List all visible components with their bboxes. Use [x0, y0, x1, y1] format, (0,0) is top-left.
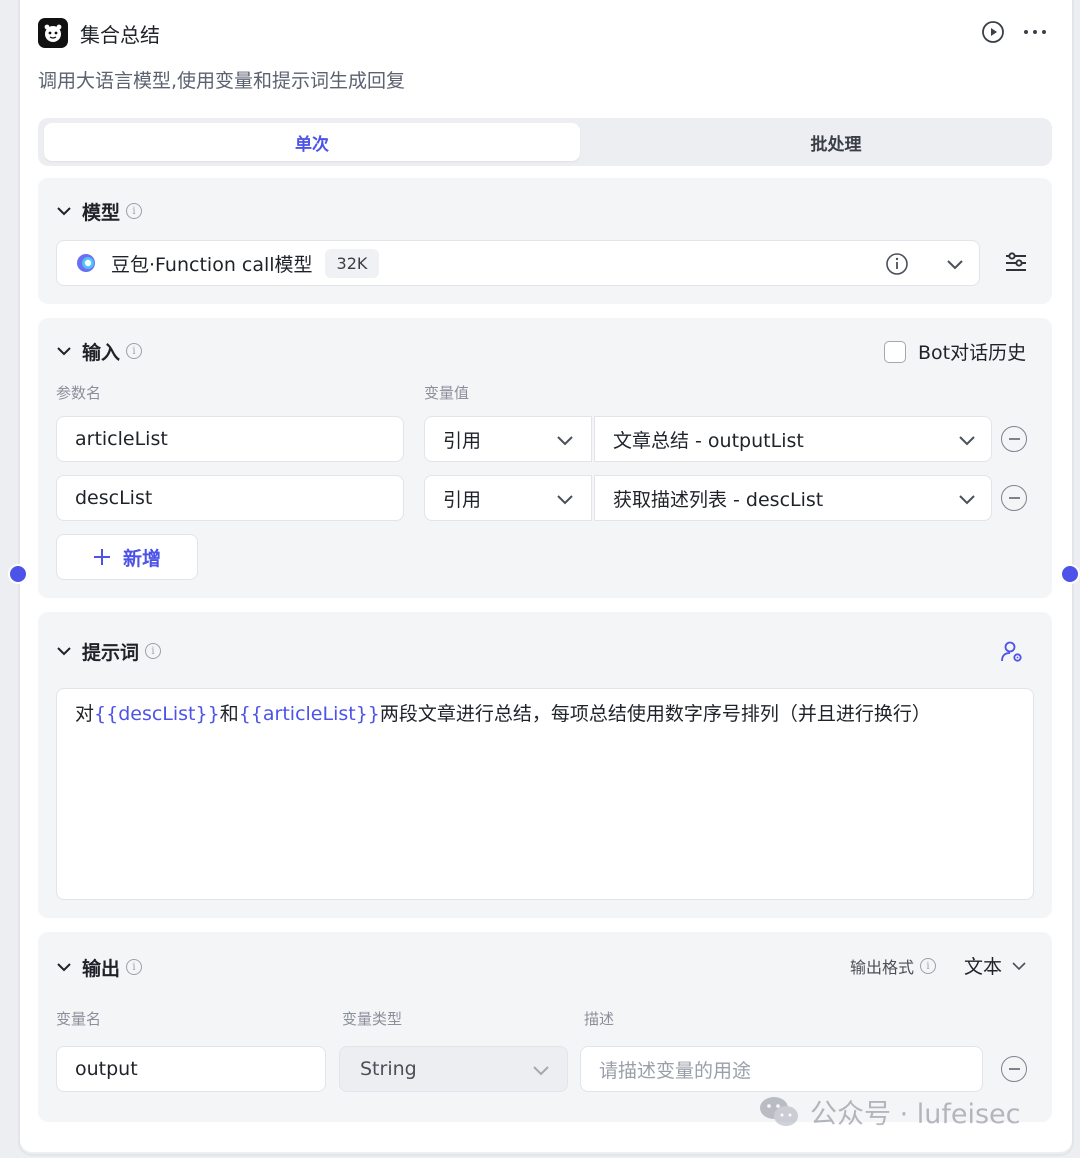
- variable-desc-list: {{descList}}: [94, 703, 220, 725]
- tab-single[interactable]: 单次: [44, 123, 580, 161]
- collapse-chevron-icon[interactable]: [56, 343, 72, 359]
- chevron-down-icon: [555, 490, 575, 513]
- prompt-section: 提示词 i 对{{descList}}和{{articleList}}两段文章进…: [38, 612, 1052, 918]
- remove-output-icon[interactable]: [1001, 1056, 1027, 1082]
- info-icon: i: [920, 958, 937, 974]
- model-name: 豆包·Function call模型: [111, 253, 313, 276]
- prompt-section-label: 提示词: [82, 641, 140, 664]
- output-format: 输出格式 i: [850, 954, 937, 978]
- param-name-input[interactable]: descList: [56, 475, 404, 521]
- chevron-down-icon: [555, 431, 575, 454]
- value-type-select[interactable]: 引用: [424, 416, 592, 462]
- col-header-desc: 描述: [584, 1010, 615, 1028]
- prompt-library-icon[interactable]: [1000, 640, 1024, 668]
- node-logo-icon: [38, 18, 68, 48]
- value-reference-select[interactable]: 文章总结 - outputList: [594, 416, 992, 462]
- model-context-badge: 32K: [324, 248, 380, 278]
- output-var-name-input[interactable]: output: [56, 1046, 326, 1092]
- tab-batch[interactable]: 批处理: [586, 123, 1080, 161]
- prompt-textarea[interactable]: 对{{descList}}和{{articleList}}两段文章进行总结，每项…: [56, 688, 1034, 900]
- model-section-label: 模型: [82, 201, 121, 224]
- info-icon: i: [145, 643, 162, 659]
- bot-history-checkbox[interactable]: [884, 340, 906, 363]
- remove-row-icon[interactable]: [1001, 485, 1027, 511]
- watermark: 公众号 · lufeisec: [758, 1092, 1021, 1131]
- info-icon: i: [126, 959, 143, 975]
- info-icon: i: [126, 203, 143, 219]
- output-desc-input[interactable]: 请描述变量的用途: [580, 1046, 983, 1092]
- bot-history-label: Bot对话历史: [918, 342, 1027, 364]
- node-header: 集合总结: [38, 16, 160, 50]
- output-section-header[interactable]: 输出 i: [56, 952, 143, 982]
- model-section-header[interactable]: 模型 i: [56, 196, 143, 226]
- prompt-section-header[interactable]: 提示词 i: [56, 636, 162, 666]
- watermark-text: 公众号 · lufeisec: [810, 1099, 1021, 1130]
- run-icon[interactable]: [981, 20, 1005, 48]
- doubao-logo-icon: [77, 254, 95, 272]
- col-header-var-type: 变量类型: [342, 1010, 403, 1028]
- chevron-down-icon: [1012, 961, 1026, 970]
- wechat-icon: [760, 1096, 798, 1126]
- collapse-chevron-icon[interactable]: [56, 203, 72, 219]
- add-param-button[interactable]: 新增: [56, 534, 198, 580]
- collapse-chevron-icon[interactable]: [56, 959, 72, 975]
- variable-article-list: {{articleList}}: [238, 703, 380, 725]
- input-section: 输入 i Bot对话历史 参数名 变量值 articleList 引用 文章总结…: [38, 318, 1052, 598]
- output-port[interactable]: [1060, 564, 1080, 584]
- chevron-down-icon: [957, 431, 977, 454]
- model-section: 模型 i 豆包·Function call模型 32K: [38, 178, 1052, 304]
- model-settings-icon[interactable]: [1004, 252, 1028, 278]
- output-format-select[interactable]: 文本: [964, 952, 1028, 979]
- model-selector[interactable]: 豆包·Function call模型 32K: [56, 240, 980, 286]
- value-type-select[interactable]: 引用: [424, 475, 592, 521]
- plus-icon: [93, 549, 110, 565]
- output-var-type-select[interactable]: String: [339, 1046, 568, 1092]
- value-reference-select[interactable]: 获取描述列表 - descList: [594, 475, 992, 521]
- model-info-icon[interactable]: [885, 252, 909, 281]
- input-port[interactable]: [8, 564, 28, 584]
- bot-history-toggle[interactable]: Bot对话历史: [884, 338, 1026, 365]
- node-description: 调用大语言模型,使用变量和提示词生成回复: [38, 70, 406, 92]
- input-section-label: 输入: [82, 341, 121, 364]
- prompt-text: 对{{descList}}和{{articleList}}两段文章进行总结，每项…: [75, 703, 931, 725]
- collapse-chevron-icon[interactable]: [56, 643, 72, 659]
- chevron-down-icon: [531, 1061, 551, 1084]
- mode-tabs: 单次 批处理: [38, 118, 1052, 166]
- col-header-value: 变量值: [424, 384, 470, 402]
- col-header-param: 参数名: [56, 384, 102, 402]
- output-section-label: 输出: [82, 957, 121, 980]
- remove-row-icon[interactable]: [1001, 426, 1027, 452]
- output-format-label: 输出格式: [850, 958, 915, 977]
- param-name-input[interactable]: articleList: [56, 416, 404, 462]
- more-icon[interactable]: [1022, 22, 1048, 46]
- info-icon: i: [126, 343, 143, 359]
- input-section-header[interactable]: 输入 i: [56, 336, 143, 366]
- chevron-down-icon[interactable]: [945, 255, 965, 278]
- chevron-down-icon: [957, 490, 977, 513]
- node-title[interactable]: 集合总结: [80, 19, 160, 48]
- col-header-var-name: 变量名: [56, 1010, 102, 1028]
